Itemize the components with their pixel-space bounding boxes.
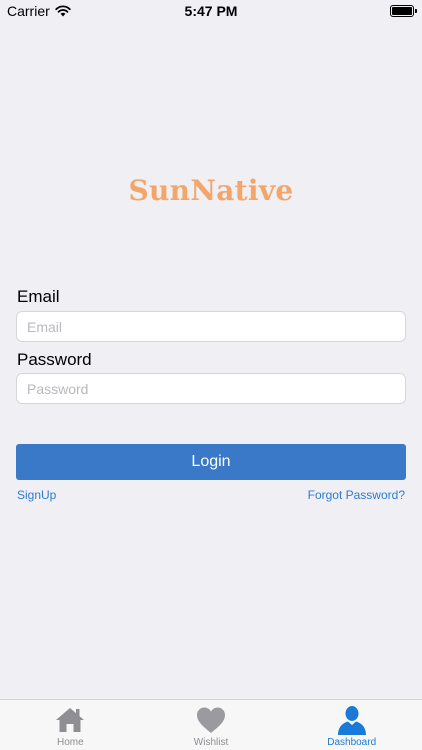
battery-level (392, 7, 412, 15)
tab-bar: Home Wishlist Dashboard (0, 699, 422, 750)
signup-link[interactable]: SignUp (17, 488, 56, 502)
email-input[interactable] (16, 311, 406, 342)
tab-label-wishlist: Wishlist (193, 737, 229, 748)
password-label: Password (17, 350, 92, 369)
forgot-password-link[interactable]: Forgot Password? (308, 488, 405, 502)
user-icon (337, 706, 366, 735)
heart-icon (197, 707, 225, 733)
login-button[interactable]: Login (16, 444, 406, 480)
login-screen: Carrier 5:47 PM SunNative Email Password… (0, 0, 422, 750)
tab-wishlist[interactable]: Wishlist (141, 700, 282, 750)
tab-dashboard[interactable]: Dashboard (281, 700, 422, 750)
tab-home[interactable]: Home (0, 700, 141, 750)
password-input[interactable] (16, 373, 406, 404)
app-brand-title: SunNative (128, 174, 294, 207)
tab-label-dashboard: Dashboard (327, 737, 377, 748)
home-icon (56, 708, 85, 732)
battery-icon (390, 5, 417, 17)
status-bar: Carrier 5:47 PM (0, 0, 422, 22)
tab-label-home: Home (56, 737, 84, 748)
status-time: 5:47 PM (184, 3, 238, 19)
email-label: Email (17, 287, 60, 306)
